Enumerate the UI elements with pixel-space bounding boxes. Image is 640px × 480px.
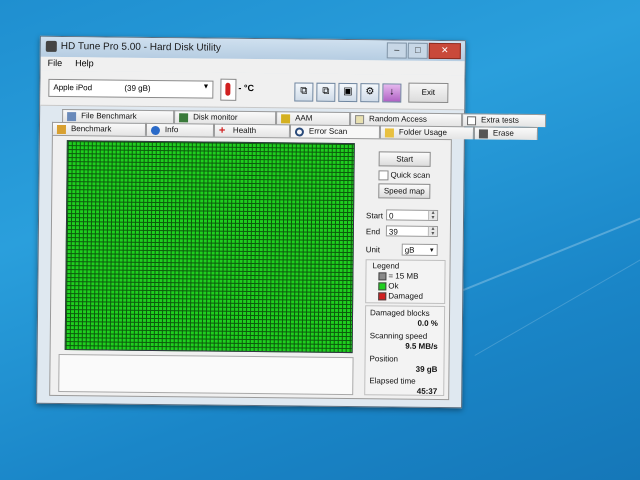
tab-erase[interactable]: Erase — [473, 126, 539, 140]
damaged-blocks-value: 0.0 % — [417, 318, 438, 328]
tab-label: Erase — [492, 128, 514, 138]
drive-select[interactable]: Apple iPod (39 gB) ▼ — [48, 78, 214, 99]
legend-ok-swatch — [378, 282, 387, 291]
tab-label: Benchmark — [70, 124, 112, 134]
end-label: End — [365, 227, 381, 237]
error-scan-panel: Start Quick scan Speed map Start 0 ▲ ▼ En… — [49, 134, 452, 401]
random-access-icon — [355, 115, 365, 125]
scanning-speed-label: Scanning speed — [369, 331, 428, 341]
chevron-down-icon: ▼ — [202, 83, 210, 91]
tab-aam[interactable]: AAM — [276, 111, 351, 126]
tab-label: Error Scan — [308, 126, 348, 137]
unit-value: gB — [404, 245, 415, 255]
unit-select[interactable]: gB ▼ — [401, 243, 438, 256]
start-button[interactable]: Start — [378, 151, 431, 167]
position-value: 39 gB — [415, 364, 438, 374]
scan-block-grid — [64, 140, 355, 354]
tab-extra-tests[interactable]: Extra tests — [462, 113, 547, 128]
scan-log — [58, 353, 354, 396]
quick-scan-checkbox[interactable] — [378, 170, 389, 181]
tab-health[interactable]: + Health — [213, 123, 291, 138]
trash-icon — [478, 129, 488, 139]
menu-help[interactable]: Help — [68, 57, 100, 68]
speed-map-button[interactable]: Speed map — [378, 183, 431, 199]
toolbar: Apple iPod (39 gB) ▼ - °C ⧉ ⧉ ▣ ⚙ ↓ Exit — [40, 70, 465, 111]
tab-error-scan[interactable]: Error Scan — [289, 124, 381, 139]
speaker-icon — [281, 114, 291, 124]
position-label: Position — [369, 354, 399, 364]
menu-file[interactable]: File — [41, 57, 69, 68]
unit-label: Unit — [365, 245, 380, 255]
end-value: 39 — [388, 227, 398, 237]
temperature-readout: - °C — [238, 82, 255, 94]
tab-label: AAM — [295, 113, 313, 123]
wallpaper-streak — [439, 201, 640, 301]
health-icon: + — [218, 124, 226, 137]
info-icon — [150, 125, 160, 136]
benchmark-icon — [56, 124, 67, 135]
window-title: HD Tune Pro 5.00 - Hard Disk Utility — [60, 40, 221, 54]
legend-box: Legend = 15 MB Ok Damaged — [365, 259, 446, 305]
file-benchmark-icon — [67, 112, 77, 122]
options-icon[interactable]: ⚙ — [360, 83, 380, 103]
magnifier-icon — [294, 127, 304, 137]
tab-label: Info — [164, 125, 179, 135]
quick-scan-label: Quick scan — [390, 170, 431, 180]
tab-label: Extra tests — [481, 115, 519, 125]
close-icon[interactable]: ✕ — [428, 42, 461, 60]
folder-icon — [384, 128, 394, 138]
save-icon[interactable]: ▣ — [338, 82, 358, 103]
minimize-icon[interactable]: – — [386, 42, 407, 59]
start-field[interactable]: 0 ▲ ▼ — [386, 209, 439, 221]
tab-label: Random Access — [369, 114, 427, 124]
legend-damaged: Damaged — [388, 291, 423, 301]
tab-random-access[interactable]: Random Access — [350, 112, 463, 127]
start-value: 0 — [389, 211, 394, 221]
legend-block-swatch — [378, 272, 387, 281]
disk-monitor-icon — [179, 113, 189, 123]
spin-arrows-icon[interactable]: ▲ ▼ — [428, 210, 438, 221]
app-window: HD Tune Pro 5.00 - Hard Disk Utility – □… — [36, 35, 547, 409]
app-icon — [45, 40, 57, 52]
extra-tests-icon — [467, 116, 477, 126]
maximize-icon[interactable]: □ — [407, 42, 428, 59]
damaged-blocks-label: Damaged blocks — [370, 308, 430, 318]
legend-block-size: = 15 MB — [388, 271, 419, 281]
tab-label: Health — [232, 125, 257, 136]
legend-damaged-swatch — [378, 292, 387, 301]
tab-label: Folder Usage — [398, 127, 448, 138]
elapsed-time-value: 45:37 — [416, 386, 438, 396]
exit-button[interactable]: Exit — [408, 82, 449, 104]
end-field[interactable]: 39 ▲ ▼ — [385, 225, 438, 237]
tab-file-benchmark[interactable]: File Benchmark — [62, 109, 175, 124]
tab-info[interactable]: Info — [145, 122, 215, 137]
tab-folder-usage[interactable]: Folder Usage — [379, 125, 475, 140]
download-icon[interactable]: ↓ — [382, 83, 402, 103]
stats-box: Damaged blocks 0.0 % Scanning speed 9.5 … — [364, 305, 446, 397]
wallpaper-streak — [474, 245, 640, 356]
copy-icon[interactable]: ⧉ — [294, 82, 314, 102]
start-label: Start — [366, 211, 384, 221]
copy-all-icon[interactable]: ⧉ — [316, 82, 336, 102]
drive-name: Apple iPod — [53, 82, 93, 93]
legend-title: Legend — [372, 261, 400, 271]
thermometer-icon — [220, 78, 237, 101]
tab-label: File Benchmark — [81, 111, 137, 121]
tab-disk-monitor[interactable]: Disk monitor — [174, 110, 277, 125]
elapsed-time-label: Elapsed time — [369, 376, 416, 386]
tab-benchmark[interactable]: Benchmark — [51, 121, 147, 136]
tab-label: Disk monitor — [193, 112, 238, 122]
scanning-speed-value: 9.5 MB/s — [405, 341, 438, 351]
scan-controls: Start Quick scan Speed map Start 0 ▲ ▼ En… — [364, 143, 447, 397]
spin-arrows-icon[interactable]: ▲ ▼ — [427, 226, 437, 237]
chevron-down-icon: ▼ — [428, 247, 435, 254]
legend-ok: Ok — [388, 281, 399, 291]
drive-size: (39 gB) — [124, 83, 151, 93]
